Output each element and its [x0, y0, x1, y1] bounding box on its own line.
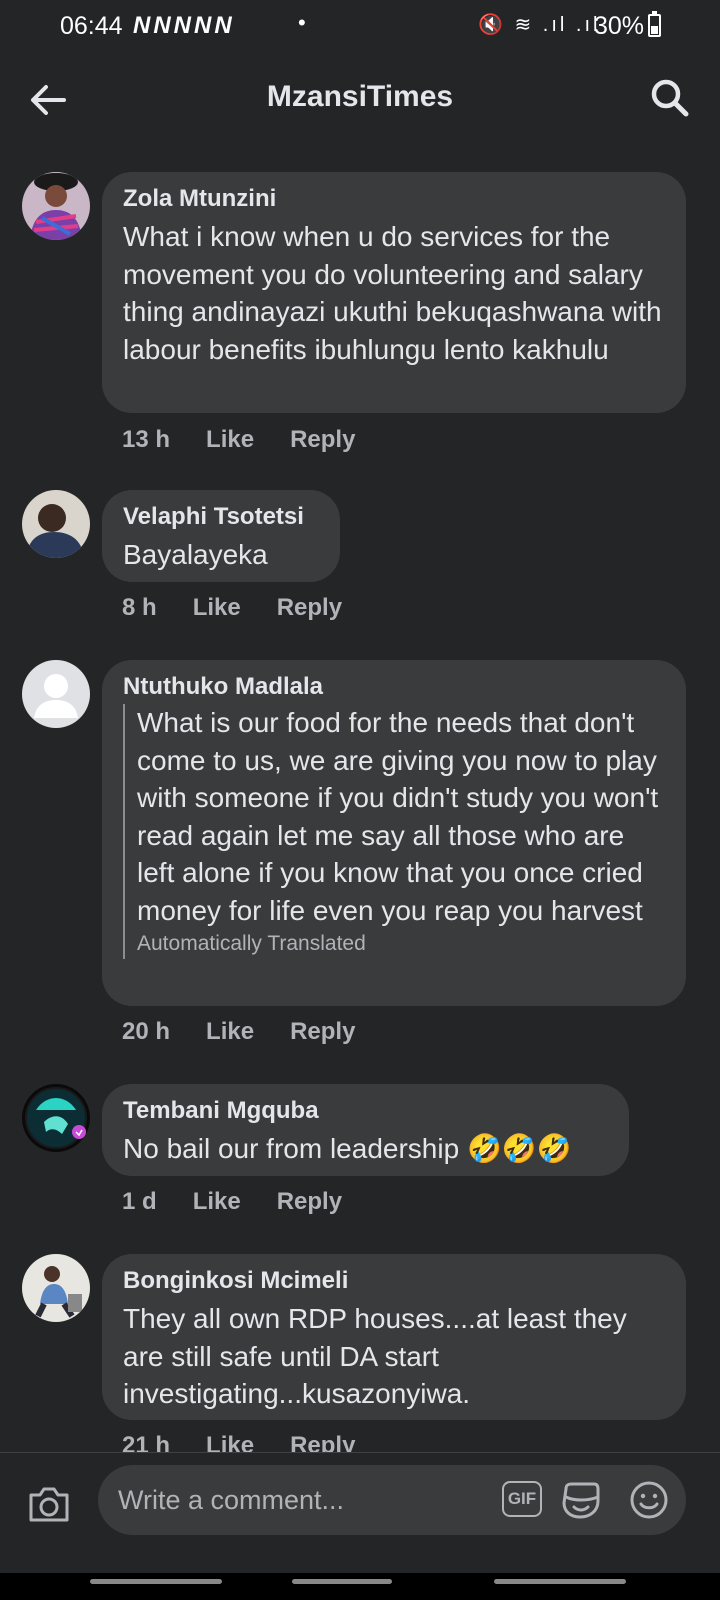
reply-button[interactable]: Reply: [277, 1188, 342, 1216]
comment-author[interactable]: Ntuthuko Madlala: [123, 672, 666, 702]
notification-dot: •: [298, 10, 306, 35]
comment-text: They all own RDP houses....at least they…: [123, 1303, 627, 1409]
comment-time[interactable]: 8 h: [122, 594, 157, 622]
like-button[interactable]: Like: [193, 1188, 241, 1216]
avatar[interactable]: [22, 1254, 90, 1322]
nav-back-button[interactable]: [494, 1579, 626, 1584]
camera-icon: [29, 1487, 69, 1522]
comment-author[interactable]: Tembani Mgquba: [123, 1096, 609, 1126]
comment-actions: 13 h Like Reply: [122, 426, 355, 454]
comment-text: What i know when u do services for the m…: [123, 221, 662, 365]
comment-author[interactable]: Velaphi Tsotetsi: [123, 502, 320, 532]
comment-time[interactable]: 13 h: [122, 426, 170, 454]
avatar[interactable]: [22, 490, 90, 558]
camera-button[interactable]: [26, 1481, 72, 1527]
comment-bubble[interactable]: Bonginkosi Mcimeli They all own RDP hous…: [102, 1254, 686, 1420]
comment-input[interactable]: [118, 1465, 478, 1535]
like-button[interactable]: Like: [206, 1018, 254, 1046]
comment-time[interactable]: 1 d: [122, 1188, 157, 1216]
comment-text: Bayalayeka: [123, 539, 268, 570]
system-navigation-bar: [0, 1573, 720, 1600]
status-bar: 06:44 NNNNN • 🔇 ≋ .ıl .ıl 30%: [0, 0, 720, 52]
avatar[interactable]: [22, 172, 90, 240]
status-time: 06:44: [60, 12, 123, 40]
system-status-icons: 🔇 ≋ .ıl .ıl: [478, 14, 601, 36]
gif-button[interactable]: GIF: [502, 1481, 542, 1517]
comment-text: What is our food for the needs that don'…: [137, 707, 659, 926]
search-icon: [651, 79, 689, 117]
comment-bubble[interactable]: Velaphi Tsotetsi Bayalayeka: [102, 490, 340, 582]
reply-button[interactable]: Reply: [290, 426, 355, 454]
comment-time[interactable]: 20 h: [122, 1018, 170, 1046]
comment-composer: GIF: [0, 1452, 720, 1600]
app-header: MzansiTimes: [0, 60, 720, 140]
battery-icon: [648, 14, 661, 37]
battery-percentage: 30%: [594, 12, 645, 40]
emoji-button[interactable]: [628, 1479, 670, 1521]
avatar[interactable]: [22, 1084, 90, 1152]
comment-author[interactable]: Bonginkosi Mcimeli: [123, 1266, 666, 1296]
nav-home-button[interactable]: [292, 1579, 392, 1584]
reply-button[interactable]: Reply: [290, 1018, 355, 1046]
like-button[interactable]: Like: [193, 594, 241, 622]
comment-bubble[interactable]: Ntuthuko Madlala What is our food for th…: [102, 660, 686, 1006]
avatar[interactable]: [22, 660, 90, 728]
comment-author[interactable]: Zola Mtunzini: [123, 184, 666, 214]
comment-actions: 8 h Like Reply: [122, 594, 342, 622]
comment-actions: 20 h Like Reply: [122, 1018, 355, 1046]
page-title: MzansiTimes: [266, 80, 454, 113]
like-button[interactable]: Like: [206, 426, 254, 454]
notification-icons: NNNNN: [133, 12, 235, 39]
emoji-icon: [630, 1481, 668, 1519]
comment-bubble[interactable]: Tembani Mgquba No bail our from leadersh…: [102, 1084, 629, 1176]
nav-recents-button[interactable]: [90, 1579, 222, 1584]
reply-button[interactable]: Reply: [277, 594, 342, 622]
comment-bubble[interactable]: Zola Mtunzini What i know when u do serv…: [102, 172, 686, 413]
comment-input-container: GIF: [98, 1465, 686, 1535]
comment-actions: 1 d Like Reply: [122, 1188, 342, 1216]
search-button[interactable]: [648, 76, 692, 120]
comment-text: No bail our from leadership 🤣🤣🤣: [123, 1133, 572, 1164]
default-avatar-icon: [22, 660, 90, 728]
sticker-icon: [562, 1482, 600, 1519]
sticker-button[interactable]: [560, 1479, 602, 1521]
translated-block: What is our food for the needs that don'…: [123, 704, 666, 959]
translation-note[interactable]: Automatically Translated: [137, 929, 666, 959]
